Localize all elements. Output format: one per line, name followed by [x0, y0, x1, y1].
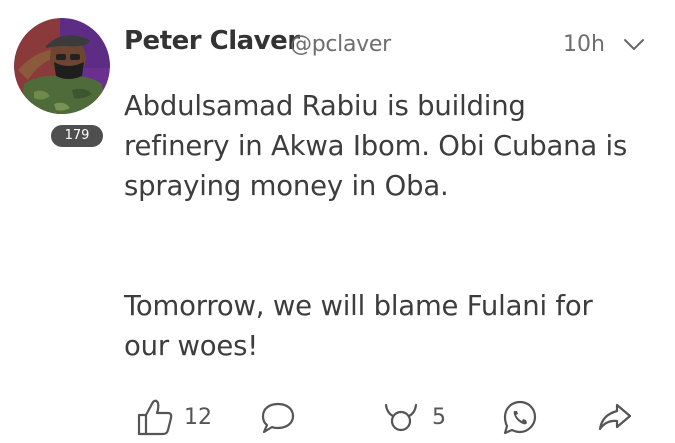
post-body: Abdulsamad Rabiu is building refinery in…	[124, 86, 664, 366]
author-display-name[interactable]: Peter Claver	[124, 26, 300, 56]
like-count: 12	[184, 404, 212, 430]
avatar[interactable]	[14, 18, 110, 114]
author-handle[interactable]: @pclaver	[290, 32, 391, 57]
post-header: Peter Claver @pclaver 10h	[124, 26, 645, 66]
thumbs-up-icon	[136, 397, 174, 437]
whatsapp-icon	[501, 397, 539, 437]
post-paragraph: Abdulsamad Rabiu is building refinery in…	[124, 90, 628, 202]
post-action-bar: 12 5	[0, 395, 675, 439]
post-paragraph: Tomorrow, we will blame Fulani for our w…	[124, 290, 593, 362]
chevron-down-icon[interactable]	[621, 36, 647, 54]
like-button[interactable]: 12	[136, 395, 212, 439]
whatsapp-share-button[interactable]	[501, 395, 539, 439]
share-arrow-icon	[596, 397, 634, 437]
follower-count-badge: 179	[51, 125, 103, 147]
boost-count: 5	[432, 404, 446, 430]
avatar-container[interactable]: 179	[14, 18, 110, 147]
horns-icon	[380, 397, 422, 437]
boost-button[interactable]: 5	[380, 395, 446, 439]
post-timestamp: 10h	[563, 32, 605, 57]
speech-bubble-icon	[259, 397, 297, 437]
reply-button[interactable]	[259, 395, 307, 439]
share-button[interactable]	[596, 395, 634, 439]
avatar-image	[14, 18, 110, 114]
